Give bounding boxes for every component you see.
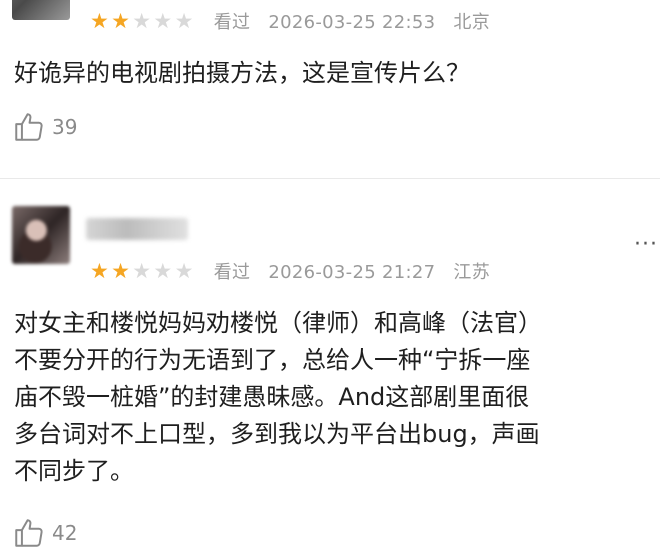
rating-stars: ★★★★★ xyxy=(90,261,196,283)
more-dots-icon[interactable]: ··· xyxy=(634,232,658,257)
comment-text-line: 不要分开的行为无语到了，总给人一种“宁拆一座 xyxy=(14,346,531,374)
comment-text-line: 庙不毁一桩婚”的封建愚昧感。And这部剧里面很 xyxy=(14,383,530,411)
comment-text: 好诡异的电视剧拍摄方法，这是宣传片么？ xyxy=(14,55,470,92)
comment-location: 北京 xyxy=(453,12,491,33)
thumbs-up-icon xyxy=(15,113,43,141)
comment-text-line: 多台词对不上口型，多到我以为平台出bug，声画 xyxy=(14,420,540,448)
comment-text: 对女主和楼悦妈妈劝楼悦（律师）和高峰（法官） 不要分开的行为无语到了，总给人一种… xyxy=(14,305,542,490)
like-count: 39 xyxy=(52,115,78,139)
star-icon: ★ xyxy=(90,259,110,283)
star-icon: ★ xyxy=(90,9,110,33)
rating-stars: ★★★★★ xyxy=(90,11,196,33)
star-icon: ★ xyxy=(132,259,152,283)
username-blurred[interactable] xyxy=(86,218,188,240)
thumbs-up-icon xyxy=(15,519,43,547)
comment-meta: ★★★★★ 看过 2026-03-25 22:53 北京 xyxy=(90,8,502,34)
like-button[interactable]: 39 xyxy=(12,110,77,144)
star-icon: ★ xyxy=(174,9,194,33)
comment-datetime: 2026-03-25 21:27 xyxy=(268,262,436,283)
avatar[interactable] xyxy=(12,206,70,264)
star-icon: ★ xyxy=(153,259,173,283)
like-count: 42 xyxy=(52,521,78,545)
divider xyxy=(0,178,660,179)
star-icon: ★ xyxy=(111,259,131,283)
star-icon: ★ xyxy=(174,259,194,283)
comment-text-line: 不同步了。 xyxy=(14,457,134,485)
watch-status: 看过 xyxy=(213,12,251,33)
comment-meta: ★★★★★ 看过 2026-03-25 21:27 江苏 xyxy=(90,258,502,284)
star-icon: ★ xyxy=(153,9,173,33)
avatar[interactable] xyxy=(12,0,70,20)
comment-location: 江苏 xyxy=(453,262,491,283)
star-icon: ★ xyxy=(111,9,131,33)
watch-status: 看过 xyxy=(213,262,251,283)
comment-datetime: 2026-03-25 22:53 xyxy=(268,12,436,33)
star-icon: ★ xyxy=(132,9,152,33)
like-button[interactable]: 42 xyxy=(12,516,77,550)
comment-text-line: 对女主和楼悦妈妈劝楼悦（律师）和高峰（法官） xyxy=(14,309,542,337)
comment-text-line: 好诡异的电视剧拍摄方法，这是宣传片么？ xyxy=(14,59,470,87)
